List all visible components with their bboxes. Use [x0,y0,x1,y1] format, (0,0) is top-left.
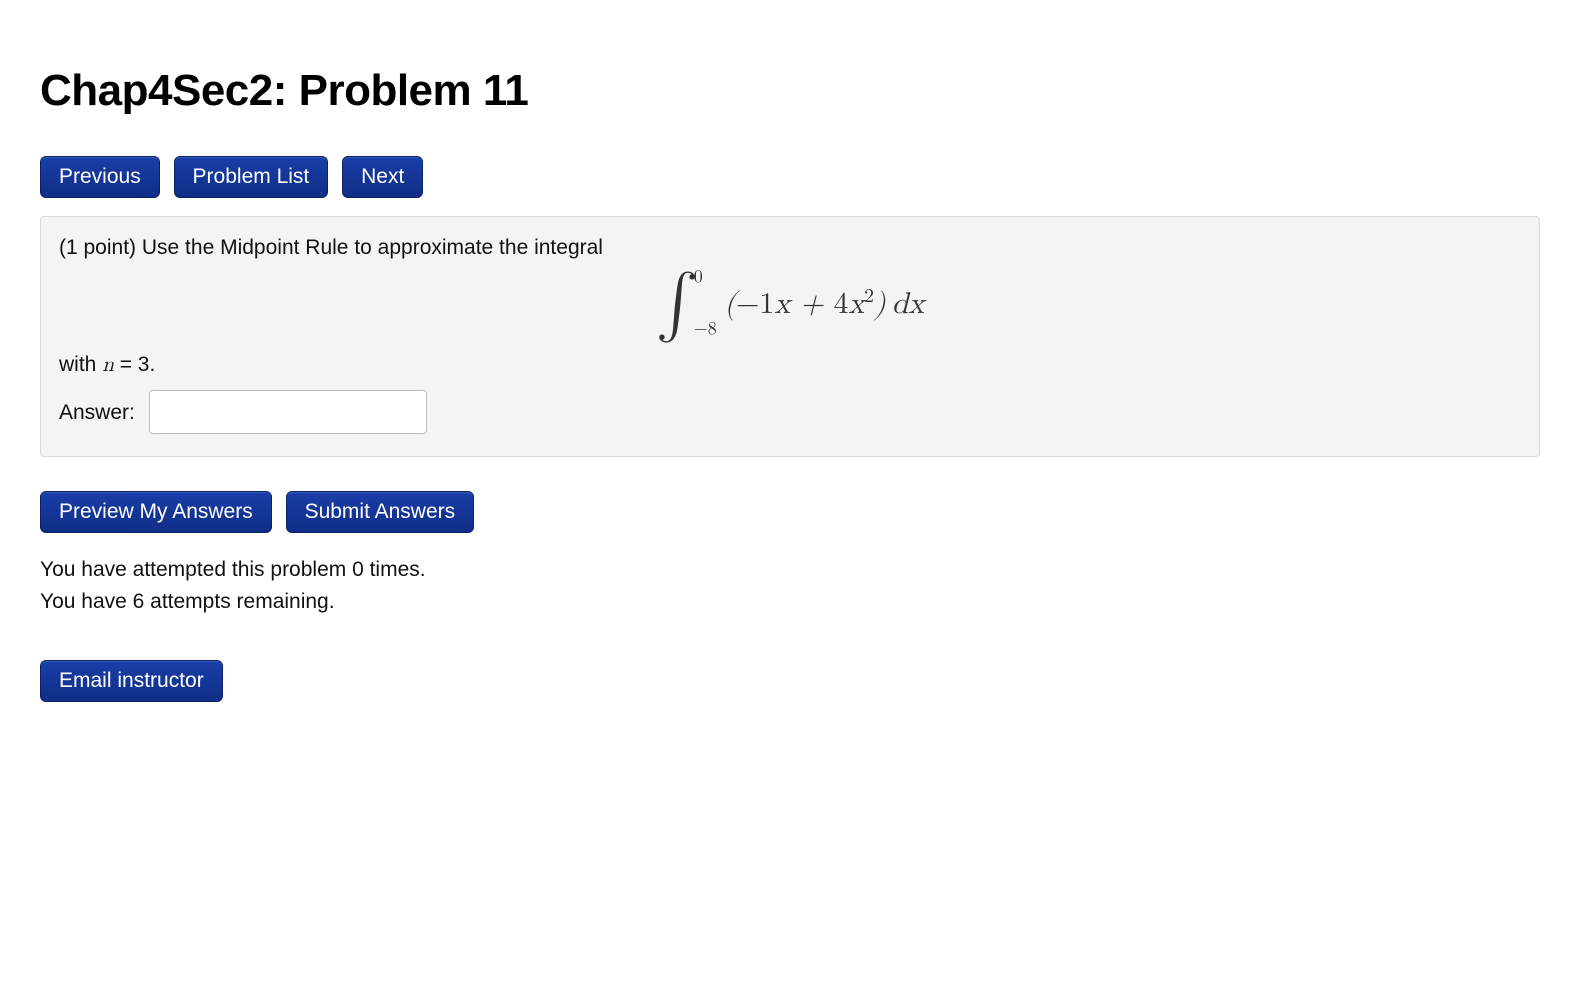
problem-intro: (1 point) Use the Midpoint Rule to appro… [59,233,1521,262]
with-n-line: with n = 3. [59,350,1521,380]
problem-list-button[interactable]: Problem List [174,156,329,198]
integral-lower-limit: −8 [694,320,717,338]
with-n-prefix: with [59,353,102,376]
answer-label: Answer: [59,398,135,427]
email-instructor-button[interactable]: Email instructor [40,660,223,702]
previous-button[interactable]: Previous [40,156,160,198]
integrand: (−1x + 4x2) dx [724,283,924,325]
integral-icon: ∫ 0 −8 [656,272,699,336]
submit-answers-button[interactable]: Submit Answers [286,491,475,533]
problem-box: (1 point) Use the Midpoint Rule to appro… [40,216,1540,458]
integral-display: ∫ 0 −8 (−1x + 4x2) dx [59,272,1521,336]
next-button[interactable]: Next [342,156,423,198]
preview-answers-button[interactable]: Preview My Answers [40,491,272,533]
attempts-remaining: You have 6 attempts remaining. [40,587,1540,616]
answer-line: Answer: [59,390,1521,434]
page-title: Chap4Sec2: Problem 11 [40,60,1540,122]
action-row: Preview My Answers Submit Answers [40,491,1540,533]
page-container: Chap4Sec2: Problem 11 Previous Problem L… [0,0,1580,762]
status-text: You have attempted this problem 0 times.… [40,555,1540,616]
integral-upper-limit: 0 [694,268,703,286]
attempts-made: You have attempted this problem 0 times. [40,555,1540,584]
with-n-eq: = 3. [114,353,155,376]
answer-input[interactable] [149,390,427,434]
nav-row: Previous Problem List Next [40,156,1540,198]
email-row: Email instructor [40,660,1540,702]
with-n-var: n [102,355,114,376]
